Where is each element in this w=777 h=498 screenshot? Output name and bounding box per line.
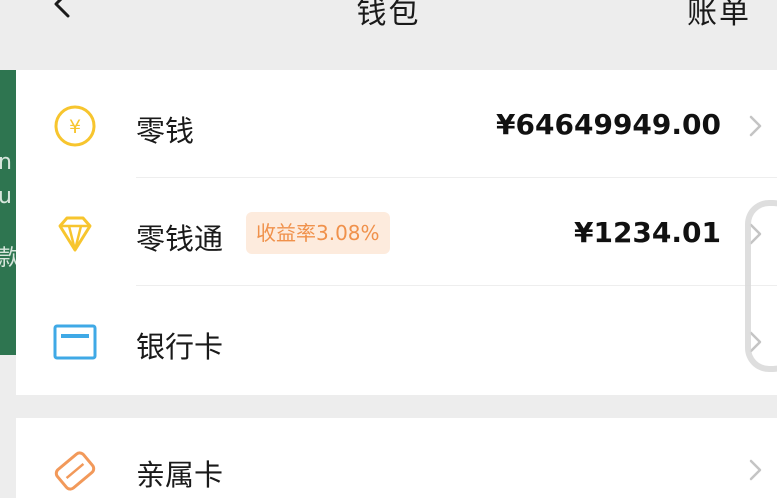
row-lingqiantong[interactable]: 零钱通 ¥1234.01 xyxy=(16,178,777,286)
row-family-card[interactable]: 亲属卡 xyxy=(16,418,777,498)
svg-text:¥: ¥ xyxy=(69,116,81,138)
row-change[interactable]: ¥ 零钱 ¥64649949.00 xyxy=(16,70,777,178)
family-card-section: 亲属卡 xyxy=(16,418,777,498)
row-label: 零钱通 xyxy=(136,222,224,256)
peek-text: n xyxy=(0,150,12,175)
row-label: 银行卡 xyxy=(136,330,224,364)
peek-text: u xyxy=(0,184,12,209)
bill-button[interactable]: 账单 xyxy=(687,0,751,32)
family-card-icon xyxy=(54,451,96,491)
scrollbar-handle[interactable] xyxy=(745,200,777,372)
bank-card-icon xyxy=(53,324,97,360)
wallet-card: ¥ 零钱 ¥64649949.00 零钱通 ¥1234.01 银行卡 收益率3.… xyxy=(16,70,777,395)
fund-amount: ¥1234.01 xyxy=(573,216,721,249)
background-app-peek: n u 款 xyxy=(0,70,20,355)
yuan-coin-icon: ¥ xyxy=(54,105,96,147)
top-bar: 钱包 账单 xyxy=(0,0,777,70)
balance-amount: ¥64649949.00 xyxy=(496,108,721,141)
chevron-right-icon xyxy=(749,115,762,137)
row-label: 零钱 xyxy=(136,114,195,148)
yield-rate-badge: 收益率3.08% xyxy=(246,212,390,254)
row-bank-card[interactable]: 银行卡 xyxy=(16,286,777,394)
diamond-icon xyxy=(58,216,92,252)
chevron-right-icon xyxy=(749,459,762,481)
row-label: 亲属卡 xyxy=(136,458,224,492)
page-title: 钱包 xyxy=(356,0,421,31)
